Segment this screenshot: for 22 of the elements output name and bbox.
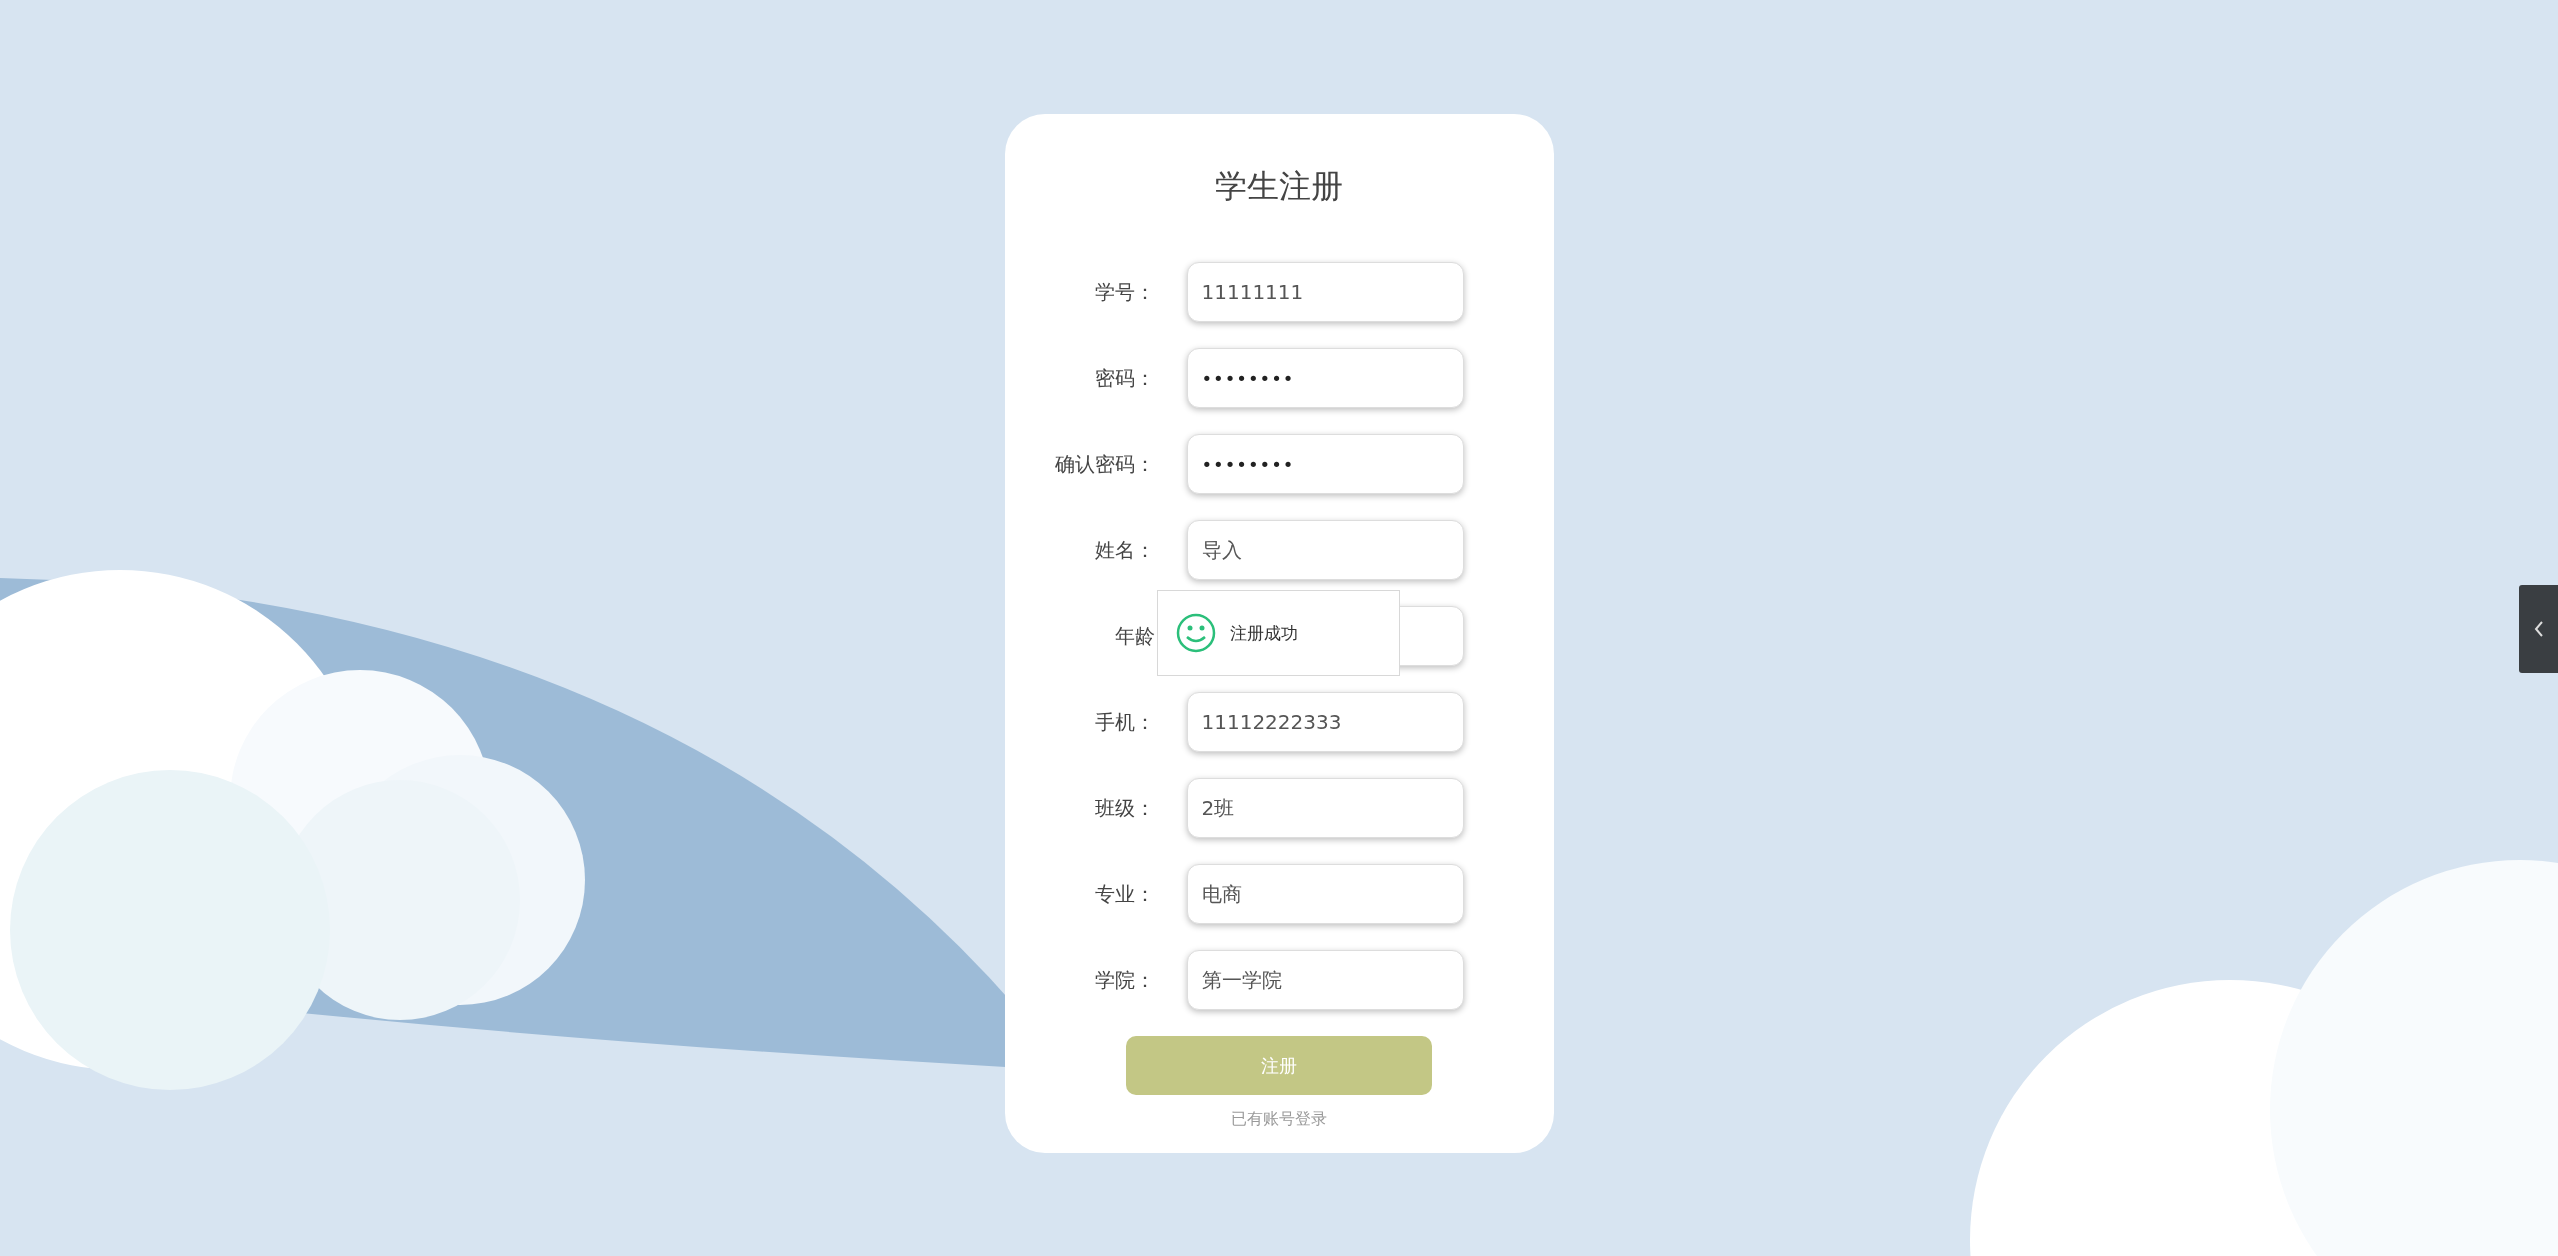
input-field[interactable]: 2班 (1186, 778, 1464, 838)
field-label: 学院： (1094, 966, 1155, 994)
input-field[interactable]: 11112222333 (1186, 692, 1464, 752)
input-field[interactable]: •••••••• (1186, 348, 1464, 408)
input-field[interactable]: 电商 (1186, 864, 1464, 924)
field-label: 班级： (1094, 794, 1155, 822)
field-label: 手机： (1094, 708, 1155, 736)
smiley-icon (1175, 613, 1216, 653)
field-label: 专业： (1094, 880, 1155, 908)
chevron-left-icon (2532, 619, 2545, 639)
input-field[interactable]: 第一学院 (1186, 950, 1464, 1010)
input-field[interactable]: •••••••• (1186, 434, 1464, 494)
field-label: 密码： (1094, 364, 1155, 392)
input-field[interactable]: 导入 (1186, 520, 1464, 580)
field-label: 姓名： (1094, 536, 1155, 564)
field-label: 年龄 (1114, 622, 1155, 650)
field-label: 学号： (1094, 278, 1155, 306)
toast-message: 注册成功 (1229, 621, 1298, 645)
field-label: 确认密码： (1054, 450, 1155, 478)
side-panel-toggle[interactable] (2519, 585, 2558, 673)
input-field[interactable]: 11111111 (1186, 262, 1464, 322)
form-title: 学生注册 (1215, 166, 1343, 206)
